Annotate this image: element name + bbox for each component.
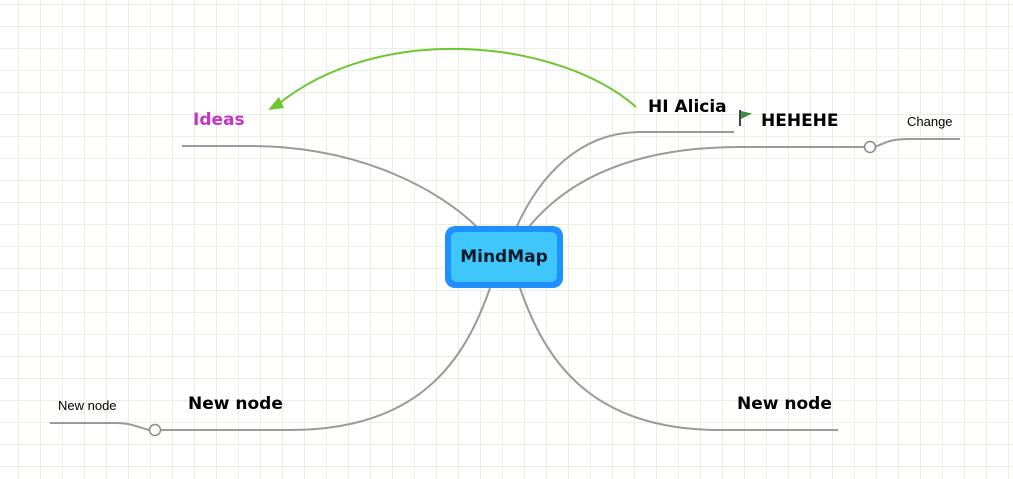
central-topic-label: MindMap [451,232,557,282]
topic-hehehe[interactable]: HEHEHE [761,111,839,131]
subtopic-new-node[interactable]: New node [58,398,117,413]
connector-root-hi-alicia [515,131,734,229]
subtopic-change[interactable]: Change [907,114,953,129]
topic-new-node-left[interactable]: New node [188,394,283,414]
connector-hehehe-change [874,138,960,148]
mindmap-canvas[interactable]: MindMap Ideas HI Alicia HEHEHE Change Ne… [0,0,1013,479]
topic-ideas[interactable]: Ideas [193,110,245,130]
green-flag-icon [739,110,752,126]
central-topic[interactable]: MindMap [445,226,563,288]
collapse-toggle-new-node[interactable] [148,423,162,437]
topic-hi-alicia[interactable]: HI Alicia [648,97,727,117]
collapse-toggle-hehehe[interactable] [863,140,877,154]
connector-root-hehehe [527,146,865,229]
connector-root-ideas [182,145,479,229]
relationship-arrowhead [268,97,284,110]
connector-new-node-child [50,422,150,431]
topic-new-node-right[interactable]: New node [737,394,832,414]
relationship-arrow[interactable] [275,47,637,108]
